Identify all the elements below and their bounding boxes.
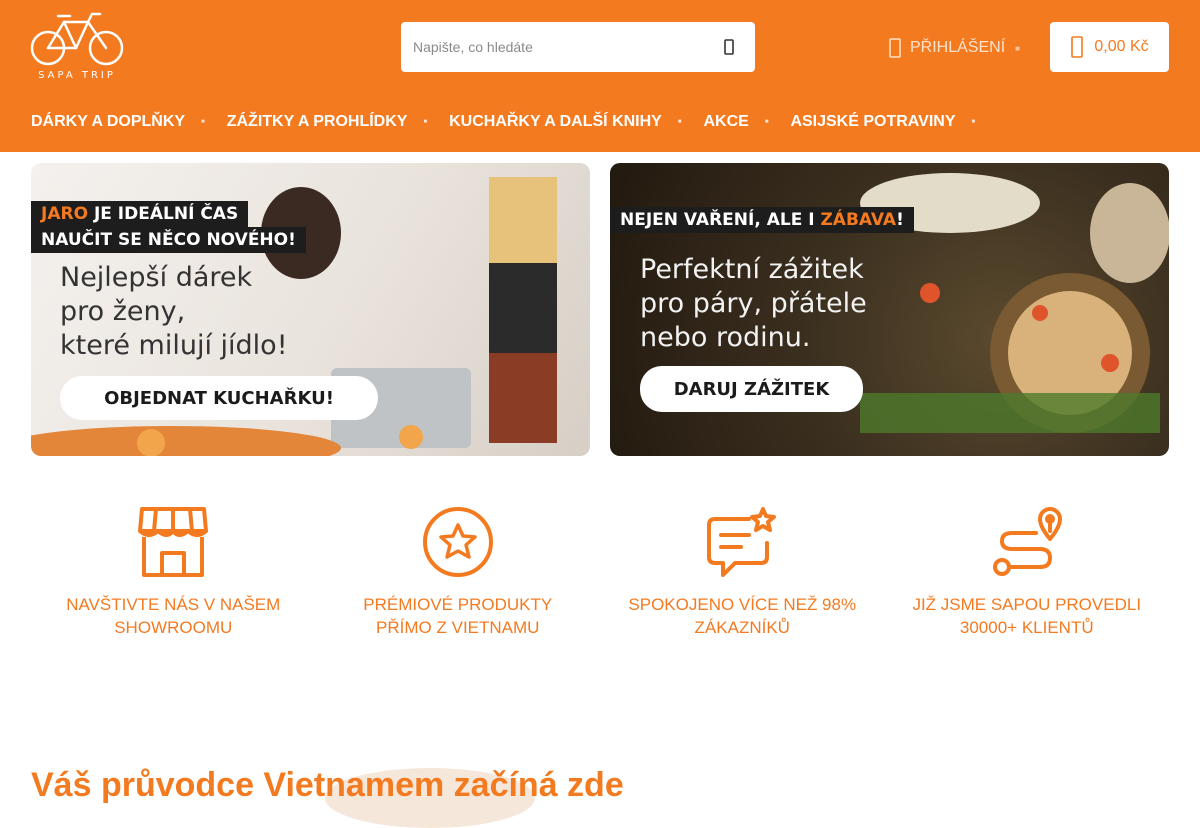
nav-item-asian-food[interactable]: ASIJSKÉ POTRAVINY ■ [790,113,997,131]
feature-label: NAVŠTIVTE NÁS V NAŠEM SHOWROOMU [66,595,281,637]
nav-item-label: ASIJSKÉ POTRAVINY [790,113,956,130]
features-row: NAVŠTIVTE NÁS V NAŠEM SHOWROOMU PRÉMIOVÉ… [31,505,1169,639]
logo-text: SAPA TRIP [38,70,116,81]
nav-item-gifts[interactable]: DÁRKY A DOPLŇKY ■ [31,113,227,131]
login-label: PŘIHLÁŠENÍ [910,39,1006,56]
feature-label: JIŽ JSME SAPOU PROVEDLI 30000+ KLIENTŮ [912,595,1142,637]
banner-tagline: JARO JE IDEÁLNÍ ČAS [31,201,249,227]
store-icon [138,507,209,577]
feature-premium: PRÉMIOVÉ PRODUKTY PŘÍMO Z VIETNAMU [316,505,601,639]
chevron-down-icon: ■ [971,119,976,125]
login-link[interactable]: PŘIHLÁŠENÍ ■ [888,36,1020,60]
banner-tagline: NAUČIT SE NĚCO NOVÉHO! [31,227,306,253]
nav-item-cookbooks[interactable]: KUCHAŘKY A DALŠÍ KNIHY ■ [449,113,703,131]
feature-label: PRÉMIOVÉ PRODUKTY PŘÍMO Z VIETNAMU [363,595,553,637]
banner-headline: Nejlepší dárek pro ženy, které milují jí… [60,262,288,361]
bicycle-icon [30,12,124,66]
search-input[interactable] [413,34,703,60]
search-icon[interactable] [719,36,739,58]
feature-satisfaction: SPOKOJENO VÍCE NEŽ 98% ZÁKAZNÍKŮ [600,505,885,639]
feature-showroom: NAVŠTIVTE NÁS V NAŠEM SHOWROOMU [31,505,316,639]
gift-experience-button[interactable]: DARUJ ZÁŽITEK [640,366,863,412]
nav-item-sale[interactable]: AKCE ■ [703,113,790,131]
chat-star-icon [707,507,777,577]
feature-label: SPOKOJENO VÍCE NEŽ 98% ZÁKAZNÍKŮ [628,595,857,637]
banner-headline: Perfektní zážitek pro páry, přátele nebo… [640,254,867,353]
chevron-down-icon: ■ [677,119,682,125]
search-box [401,22,755,72]
nav-item-label: KUCHAŘKY A DALŠÍ KNIHY [449,113,662,130]
order-cookbook-button[interactable]: OBJEDNAT KUCHAŘKU! [60,376,378,420]
chevron-down-icon: ■ [423,119,428,125]
nav-item-label: AKCE [703,113,749,130]
cart-total: 0,00 Kč [1094,38,1149,55]
nav-item-experiences[interactable]: ZÁŽITKY A PROHLÍDKY ■ [227,113,449,131]
cart-icon [1071,36,1084,58]
section-title: Váš průvodce Vietnamem začíná zde [31,766,624,804]
nav-item-label: ZÁŽITKY A PROHLÍDKY [226,113,408,130]
user-icon [889,38,901,58]
route-icon [992,507,1062,576]
sapa-trip-logo[interactable]: SAPA TRIP [30,10,124,84]
chevron-down-icon: ■ [1015,43,1020,53]
chevron-down-icon: ■ [764,119,769,125]
main-nav: DÁRKY A DOPLŇKY ■ ZÁŽITKY A PROHLÍDKY ■ … [31,108,997,136]
experience-banner[interactable]: NEJEN VAŘENÍ, ALE I ZÁBAVA! Perfektní zá… [610,163,1169,456]
site-header: SAPA TRIP PŘIHLÁŠENÍ ■ 0,00 Kč DÁRKY A D… [0,0,1200,152]
nav-item-label: DÁRKY A DOPLŇKY [31,113,186,130]
chevron-down-icon: ■ [201,119,205,125]
star-badge-icon [422,507,493,577]
banner-tagline: NEJEN VAŘENÍ, ALE I ZÁBAVA! [610,207,914,233]
cart-button[interactable]: 0,00 Kč [1050,22,1169,72]
feature-clients: JIŽ JSME SAPOU PROVEDLI 30000+ KLIENTŮ [885,505,1170,639]
cookbook-banner[interactable]: JARO JE IDEÁLNÍ ČAS NAUČIT SE NĚCO NOVÉH… [31,163,590,456]
